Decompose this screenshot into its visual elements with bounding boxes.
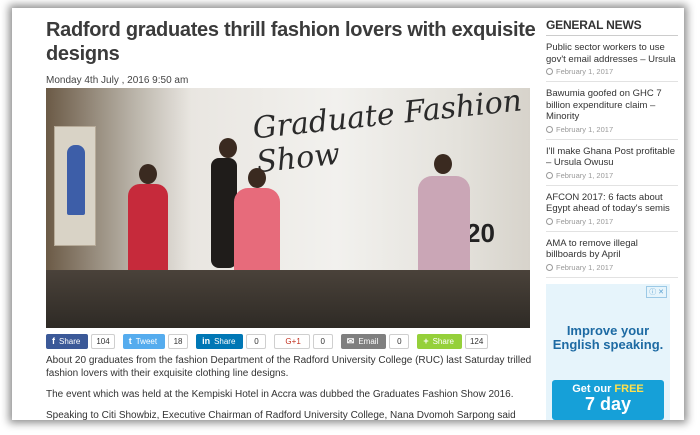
share-label: Email: [358, 336, 379, 346]
adchoices-icon[interactable]: ⓘ ✕: [646, 286, 667, 298]
model-figure: [219, 138, 237, 158]
news-date: February 1, 2017: [546, 125, 678, 134]
share-label: Share: [59, 336, 81, 346]
article-body: About 20 graduates from the fashion Depa…: [46, 354, 536, 420]
news-date-text: February 1, 2017: [556, 262, 614, 272]
clock-icon: [546, 217, 553, 225]
news-item[interactable]: AMA to remove illegal billboards by Apri…: [546, 232, 678, 278]
news-date-text: February 1, 2017: [556, 67, 614, 76]
share-count: 0: [389, 333, 410, 349]
ad-cta-line2: 7 day: [584, 394, 632, 414]
news-date: February 1, 2017: [546, 67, 678, 76]
advertisement[interactable]: ⓘ ✕ Improve your English speaking. Get o…: [546, 284, 670, 420]
clock-icon: [546, 125, 553, 133]
news-headline[interactable]: Public sector workers to use gov't email…: [546, 42, 678, 65]
share-label: Share: [432, 336, 454, 346]
news-date-text: February 1, 2017: [556, 124, 614, 134]
sidebar-heading: GENERAL NEWS: [546, 18, 678, 36]
news-headline[interactable]: AFCON 2017: 6 facts about Egypt ahead of…: [546, 192, 678, 215]
share-share-button[interactable]: + Share 124: [417, 333, 489, 349]
share-bar: f Share 104 t Tweet 18 in Share 0 G+1 0 ✉ Email 0 + Sha…: [46, 332, 536, 350]
news-date: February 1, 2017: [546, 217, 678, 226]
news-headline[interactable]: AMA to remove illegal billboards by Apri…: [546, 238, 678, 261]
sidebar-general-news: GENERAL NEWS Public sector workers to us…: [546, 18, 678, 278]
twitter-icon: t: [128, 335, 132, 346]
email-icon: ✉: [346, 335, 355, 346]
facebook-share-button[interactable]: f Share 104: [46, 333, 115, 349]
article-paragraph: Speaking to Citi Showbiz, Executive Chai…: [46, 410, 516, 420]
google-plus-share-button[interactable]: G+1 0: [274, 333, 333, 349]
email-share-button[interactable]: ✉ Email 0: [340, 333, 410, 349]
share-icon: +: [423, 335, 429, 346]
clock-icon: [546, 68, 553, 75]
share-label: Share: [214, 336, 236, 346]
twitter-share-button[interactable]: t Tweet 18: [122, 333, 189, 349]
news-date-text: February 1, 2017: [556, 216, 614, 226]
clock-icon: [546, 263, 553, 271]
backdrop-year-text: 20: [466, 218, 495, 248]
news-item[interactable]: AFCON 2017: 6 facts about Egypt ahead of…: [546, 186, 678, 232]
share-count: 124: [464, 333, 489, 349]
model-figure: [248, 168, 266, 188]
news-item[interactable]: Public sector workers to use gov't email…: [546, 36, 678, 82]
page-frame: Radford graduates thrill fashion lovers …: [12, 8, 684, 420]
news-date: February 1, 2017: [546, 171, 678, 180]
runway-floor: [46, 270, 530, 328]
model-figure: [139, 164, 157, 184]
linkedin-icon: in: [202, 335, 211, 346]
facebook-icon: f: [52, 335, 55, 346]
ad-cta-button[interactable]: Get our FREE 7 day: [552, 380, 664, 420]
news-date-text: February 1, 2017: [556, 170, 614, 180]
news-item[interactable]: I'll make Ghana Post profitable – Ursula…: [546, 140, 678, 186]
clock-icon: [546, 171, 553, 179]
article-header: Radford graduates thrill fashion lovers …: [46, 18, 536, 86]
article-date: Monday 4th July , 2016 9:50 am: [46, 75, 189, 86]
article-photo[interactable]: Graduate Fashion Show 20: [46, 88, 530, 328]
linkedin-share-button[interactable]: in Share 0: [196, 333, 267, 349]
news-list: Public sector workers to use gov't email…: [546, 36, 678, 278]
article-title[interactable]: Radford graduates thrill fashion lovers …: [46, 18, 536, 66]
share-count: 18: [168, 333, 189, 349]
news-headline[interactable]: I'll make Ghana Post profitable – Ursula…: [546, 146, 678, 169]
share-label: Tweet: [135, 336, 158, 346]
news-item[interactable]: Bawumia goofed on GHC 7 billion expendit…: [546, 82, 678, 140]
article-paragraph: About 20 graduates from the fashion Depa…: [46, 355, 532, 379]
model-figure: [434, 154, 452, 174]
share-label: G+1: [285, 336, 301, 346]
backdrop-poster: [54, 126, 96, 246]
backdrop-script-text: Graduate Fashion Show: [251, 88, 524, 181]
share-count: 104: [91, 333, 115, 349]
share-count: 0: [246, 333, 267, 349]
article-paragraph: The event which was held at the Kempiski…: [46, 389, 514, 400]
share-count: 0: [312, 333, 333, 349]
ad-headline: Improve your English speaking.: [552, 323, 664, 352]
news-date: February 1, 2017: [546, 263, 678, 272]
news-headline[interactable]: Bawumia goofed on GHC 7 billion expendit…: [546, 88, 678, 123]
